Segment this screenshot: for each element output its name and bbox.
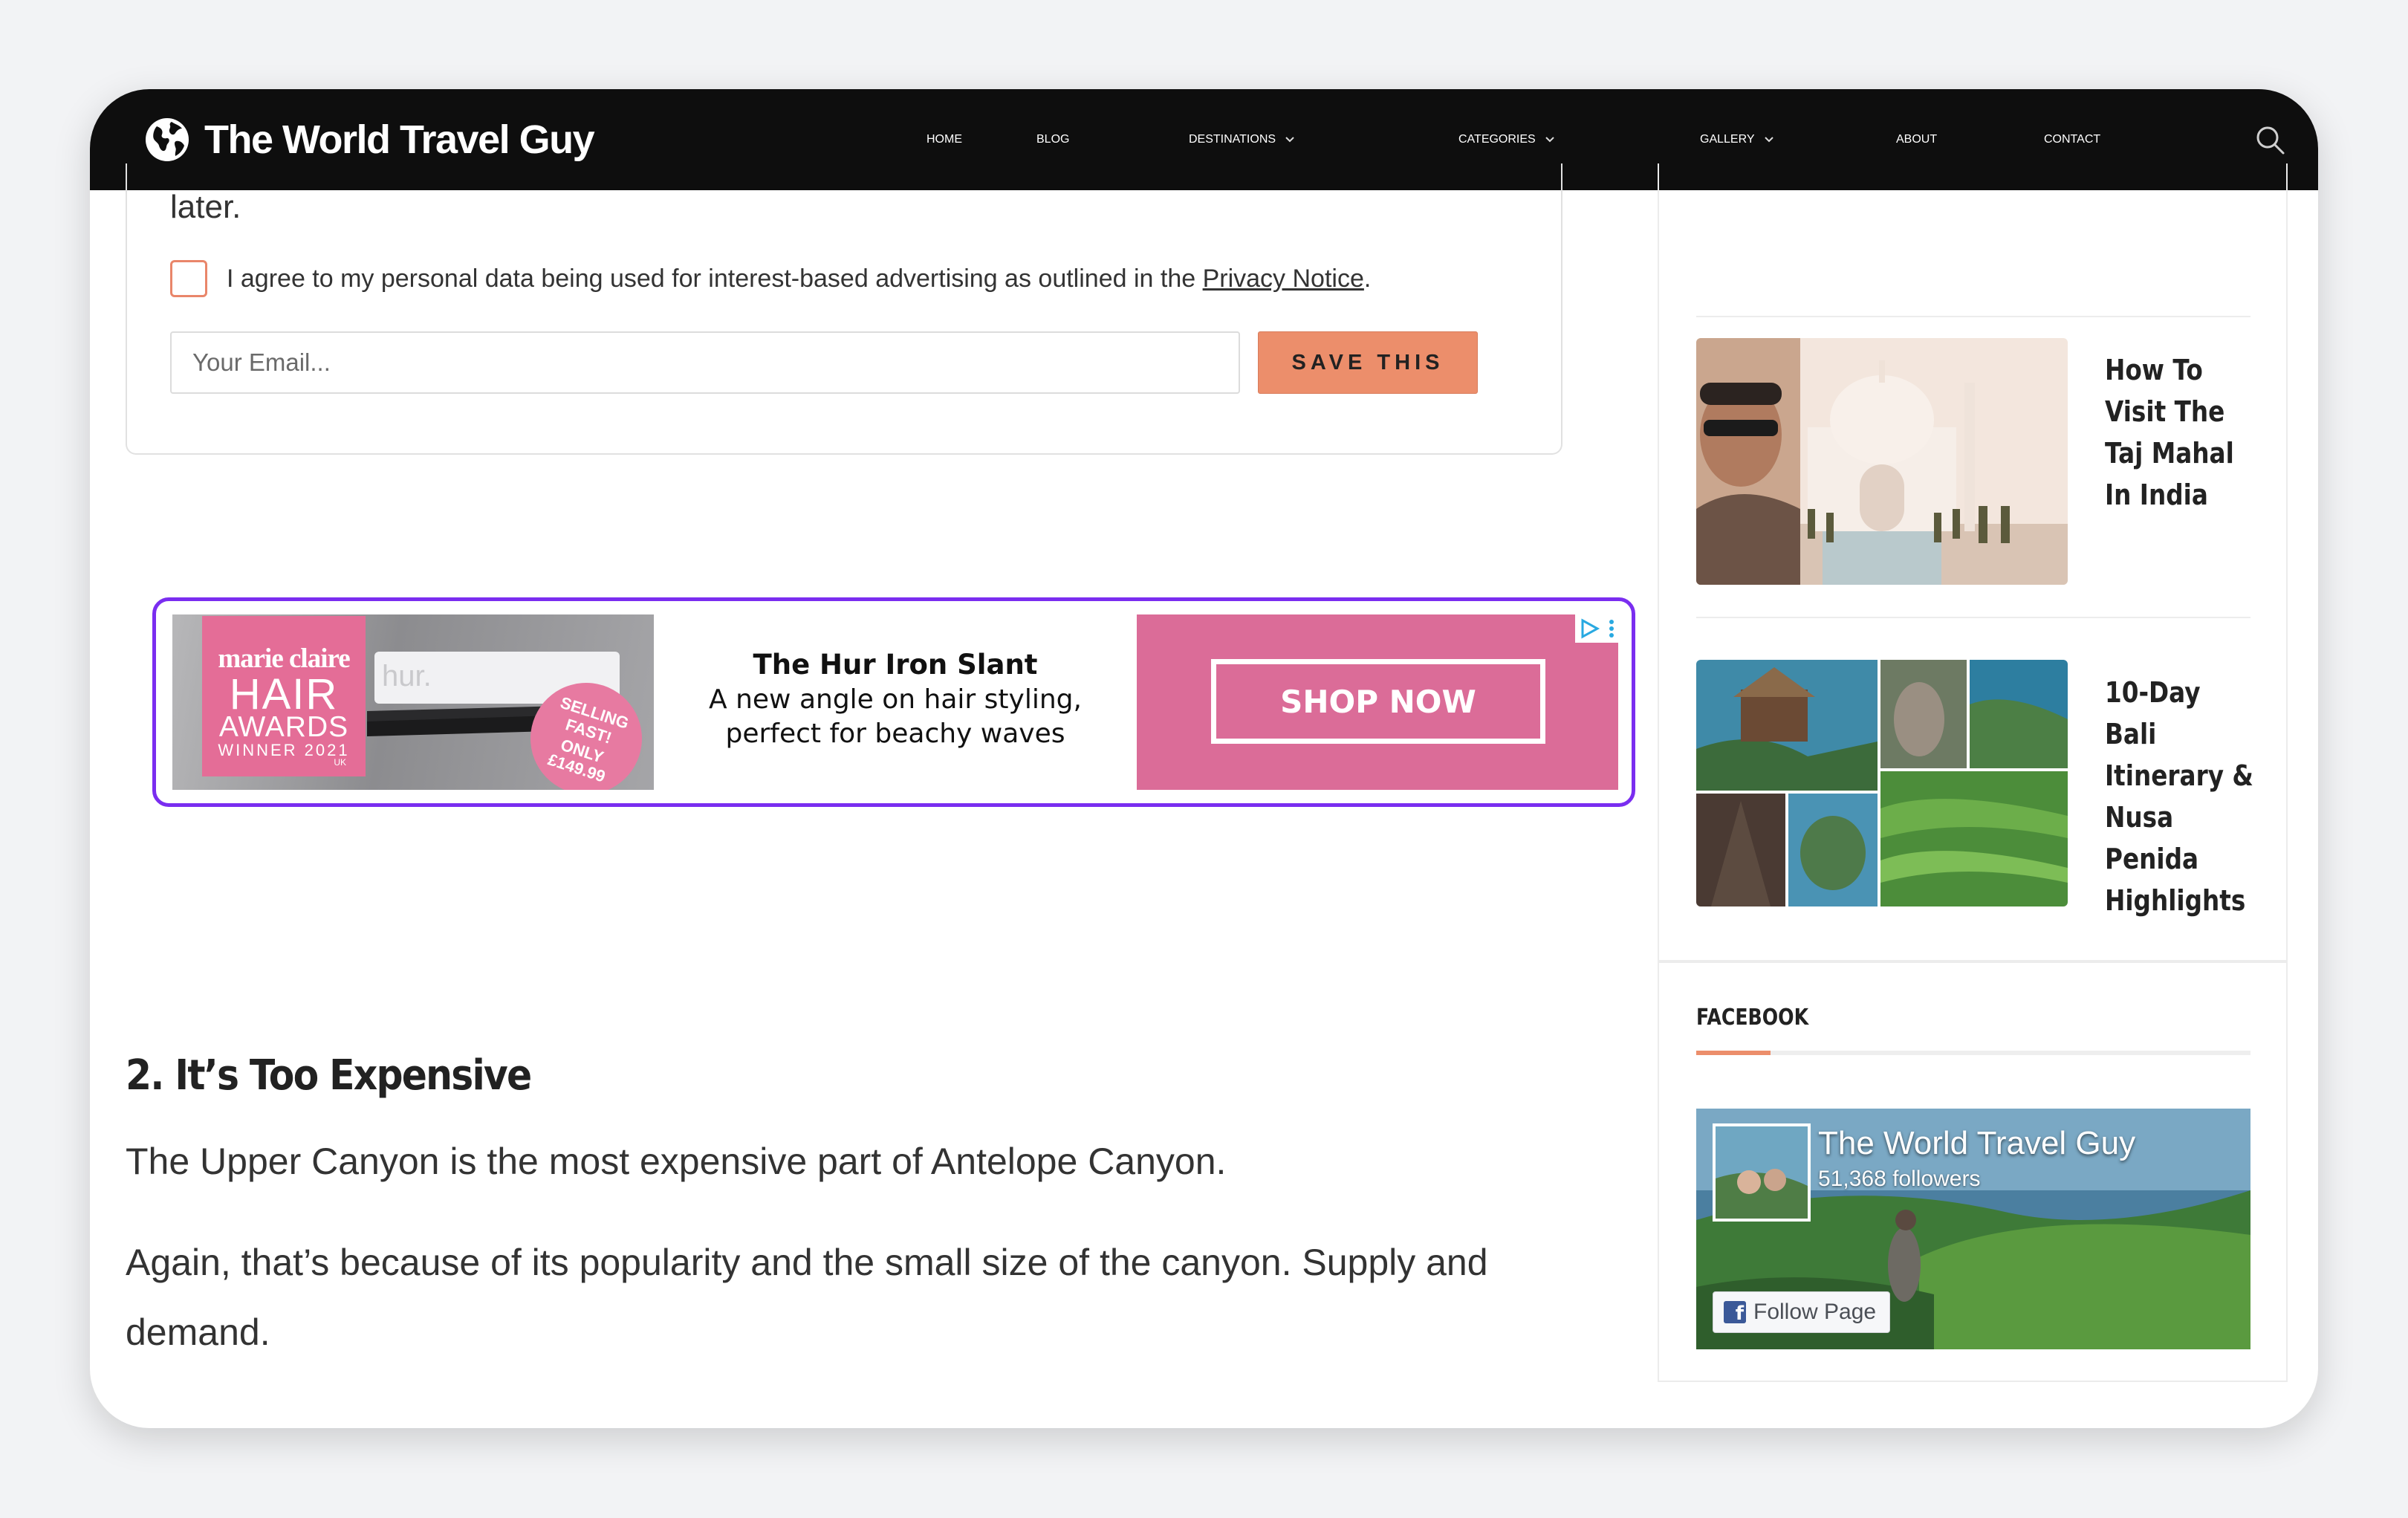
avatar-image xyxy=(1716,1126,1808,1219)
nav-label: HOME xyxy=(926,133,962,146)
badge-line: AWARDS xyxy=(218,711,349,743)
site-logo[interactable]: The World Travel Guy xyxy=(143,108,595,171)
marie-claire-award-badge: marie claire HAIR AWARDS WINNER 2021 UK xyxy=(202,616,366,776)
heading-underline-accent xyxy=(1696,1051,1771,1055)
chevron-down-icon xyxy=(1545,137,1554,143)
facebook-icon: f xyxy=(1724,1301,1746,1323)
ad-subtitle-line: A new angle on hair styling, xyxy=(709,684,1082,715)
consent-label: I agree to my personal data being used f… xyxy=(227,265,1371,293)
nav-label: BLOG xyxy=(1036,133,1070,146)
widget-heading: FACEBOOK xyxy=(1696,1005,1809,1031)
divider xyxy=(1696,316,2250,317)
article-paragraph: The Upper Canyon is the most expensive p… xyxy=(126,1141,1227,1182)
adchoices-icon[interactable] xyxy=(1575,614,1618,643)
search-icon[interactable] xyxy=(2252,122,2288,158)
facebook-widget: FACEBOOK The World Travel Guy 51,368 fol… xyxy=(1658,961,2288,1382)
facebook-page-avatar[interactable] xyxy=(1713,1123,1811,1222)
facebook-follower-count: 51,368 followers xyxy=(1818,1167,1981,1191)
bali-collage-image xyxy=(1696,660,2068,906)
browser-page: The World Travel Guy HOME BLOG DESTINATI… xyxy=(90,89,2318,1428)
taj-mahal-image xyxy=(1696,338,2068,585)
chevron-down-icon xyxy=(1285,137,1294,143)
article-paragraph: Again, that’s because of its popularity … xyxy=(126,1242,1488,1353)
follow-page-label: Follow Page xyxy=(1753,1300,1877,1324)
globe-icon xyxy=(146,118,189,161)
badge-line: UK xyxy=(334,757,346,768)
site-title: The World Travel Guy xyxy=(204,117,595,162)
play-triangle-icon xyxy=(1581,618,1600,639)
ad-subtitle-line: perfect for beachy waves xyxy=(725,719,1065,749)
nav-label: CATEGORIES xyxy=(1458,133,1536,146)
ad-content: hur. marie claire HAIR AWARDS WINNER 202… xyxy=(172,614,1618,790)
save-this-button[interactable]: SAVE THIS xyxy=(1258,331,1478,394)
consent-end: . xyxy=(1363,265,1372,293)
chevron-down-icon xyxy=(1764,137,1773,143)
bali-thumbnail[interactable] xyxy=(1696,660,2068,906)
facebook-page-plugin[interactable]: The World Travel Guy 51,368 followers f … xyxy=(1696,1109,2250,1349)
post-title-bali[interactable]: 10-Day Bali Itinerary & Nusa Penida High… xyxy=(2105,672,2258,921)
nav-label: CONTACT xyxy=(2044,133,2101,146)
product-brand-text: hur. xyxy=(382,660,432,692)
advertisement-banner[interactable]: hur. marie claire HAIR AWARDS WINNER 202… xyxy=(152,597,1635,807)
shop-now-button[interactable]: SHOP NOW xyxy=(1211,659,1545,744)
taj-mahal-thumbnail[interactable] xyxy=(1696,338,2068,585)
ad-title: The Hur Iron Slant xyxy=(753,649,1038,681)
section-heading: 2. It’s Too Expensive xyxy=(126,1051,532,1100)
ad-cta-panel: SHOP NOW xyxy=(1137,614,1618,790)
sidebar-posts-widget: How To Visit The Taj Mahal In India 10-D… xyxy=(1658,163,2288,961)
nav-label: DESTINATIONS xyxy=(1189,133,1276,146)
email-input[interactable] xyxy=(170,331,1240,394)
follow-page-button[interactable]: f Follow Page xyxy=(1713,1291,1891,1333)
nav-label: ABOUT xyxy=(1896,133,1938,146)
ad-subtitle: A new angle on hair styling, perfect for… xyxy=(654,683,1137,751)
save-for-later-card xyxy=(126,163,1562,455)
card-text-fragment: later. xyxy=(170,189,241,225)
privacy-notice-link[interactable]: Privacy Notice xyxy=(1203,265,1364,293)
facebook-page-name[interactable]: The World Travel Guy xyxy=(1818,1125,2135,1162)
nav-label: GALLERY xyxy=(1700,133,1755,146)
post-title-taj-mahal[interactable]: How To Visit The Taj Mahal In India xyxy=(2105,349,2258,516)
heading-underline xyxy=(1696,1051,2250,1055)
consent-text: I agree to my personal data being used f… xyxy=(227,265,1203,293)
more-options-icon xyxy=(1609,620,1614,638)
divider xyxy=(1696,617,2250,618)
ad-copy: The Hur Iron Slant A new angle on hair s… xyxy=(654,614,1137,790)
consent-checkbox[interactable] xyxy=(170,260,207,297)
ad-product-image: hur. marie claire HAIR AWARDS WINNER 202… xyxy=(172,614,654,790)
